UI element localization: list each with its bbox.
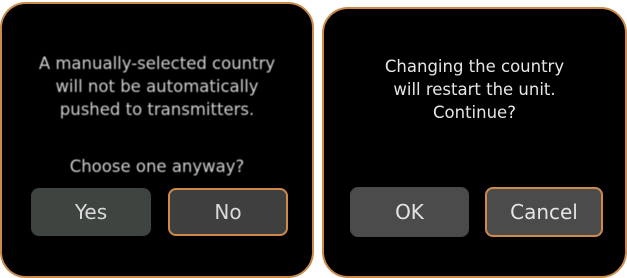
ok-button[interactable]: OK [350, 187, 469, 237]
dialog-message: A manually-selected country will not be … [38, 54, 276, 119]
cancel-button[interactable]: Cancel [485, 187, 603, 237]
screenshot-stage: A manually-selected country will not be … [0, 0, 627, 278]
no-button[interactable]: No [168, 188, 288, 236]
dialog-message: Changing the country will restart the un… [384, 57, 565, 122]
manual-country-dialog: A manually-selected country will not be … [0, 2, 314, 278]
dialog-question: Choose one anyway? [69, 157, 245, 176]
restart-confirm-dialog: Changing the country will restart the un… [322, 7, 627, 278]
yes-button[interactable]: Yes [31, 188, 151, 236]
